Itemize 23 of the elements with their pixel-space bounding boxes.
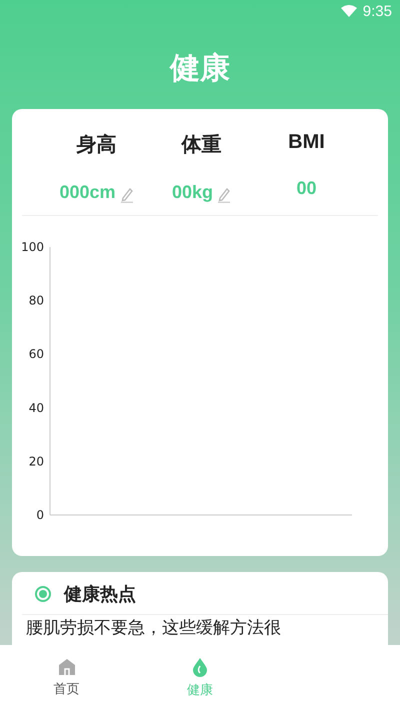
section-title: 健康热点 (64, 583, 136, 606)
metric-value: 00 (296, 178, 317, 199)
metric-label: 体重 (182, 133, 222, 158)
axis-tick-label: 80 (28, 294, 44, 308)
nav-tab[interactable]: 首页 (0, 645, 134, 711)
axis-tick-label: 60 (28, 347, 44, 362)
metric-label: BMI (288, 131, 325, 154)
axis-tick-label: 100 (21, 240, 44, 254)
home-icon (58, 658, 76, 676)
target-icon (34, 585, 52, 603)
page-title: 健康 (168, 50, 231, 88)
pencil-icon[interactable] (120, 187, 134, 203)
metric-value: 000cm (59, 182, 116, 203)
article-title[interactable]: 腰肌劳损不要急，这些缓解方法很 (12, 615, 388, 641)
drop-icon (192, 657, 208, 677)
axis-tick-label: 40 (28, 400, 44, 415)
status-time: 9:35 (362, 2, 392, 20)
axis-tick-label: 20 (28, 454, 44, 468)
metric-value: 00kg (172, 182, 214, 203)
axis-tick-label: 0 (36, 508, 44, 522)
metric-label: 身高 (76, 132, 116, 158)
pencil-icon[interactable] (217, 187, 232, 203)
wifi-icon (340, 5, 357, 17)
